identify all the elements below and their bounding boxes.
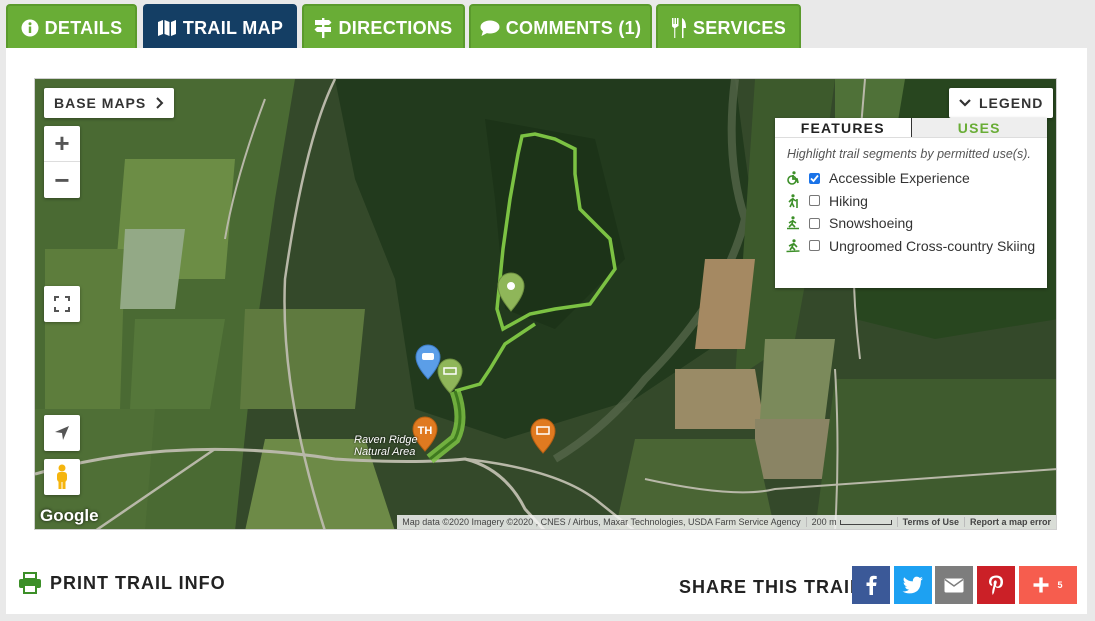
base-maps-label: BASE MAPS (54, 95, 147, 111)
legend-description: Highlight trail segments by permitted us… (787, 147, 1031, 161)
legend-item-label: Snowshoeing (829, 215, 914, 232)
zoom-out-button[interactable]: − (44, 162, 80, 198)
snowshoeing-checkbox[interactable] (809, 217, 820, 229)
zoom-in-button[interactable]: + (44, 126, 80, 162)
facebook-icon (866, 575, 877, 595)
legend-item-accessible[interactable]: Accessible Experience (775, 167, 1047, 190)
share-count: 5 (1057, 580, 1063, 590)
xc-skiing-checkbox[interactable] (809, 240, 820, 252)
map-attribution: Map data ©2020 Imagery ©2020 , CNES / Ai… (397, 515, 1056, 529)
print-label: PRINT TRAIL INFO (50, 572, 226, 593)
printer-icon (19, 572, 41, 594)
twitter-icon (902, 576, 923, 594)
place-label: Raven Ridge Natural Area (354, 434, 418, 458)
attribution-text: Map data ©2020 Imagery ©2020 , CNES / Ai… (402, 517, 801, 527)
scale-bar (839, 519, 892, 525)
share-facebook-button[interactable] (852, 566, 890, 604)
legend-button[interactable]: LEGEND (949, 88, 1054, 118)
tab-label: SERVICES (692, 17, 787, 38)
tab-label: COMMENTS (1) (505, 17, 642, 38)
chevron-right-icon (156, 97, 164, 109)
legend-tab-features[interactable]: FEATURES (775, 118, 912, 137)
legend-item-label: Accessible Experience (829, 170, 970, 187)
fullscreen-icon (54, 296, 70, 312)
legend-item-xc-skiing[interactable]: Ungroomed Cross-country Skiing (775, 235, 1047, 258)
tab-directions[interactable]: DIRECTIONS (302, 4, 465, 50)
legend-button-label: LEGEND (979, 95, 1044, 111)
share-twitter-button[interactable] (894, 566, 932, 604)
skier-icon (785, 238, 801, 253)
map-icon (157, 20, 176, 36)
legend-item-snowshoeing[interactable]: Snowshoeing (775, 212, 1047, 235)
accessible-checkbox[interactable] (809, 172, 820, 184)
tab-comments[interactable]: COMMENTS (1) (469, 4, 652, 50)
wheelchair-icon (785, 171, 801, 186)
share-more-button[interactable]: 5 (1019, 566, 1077, 604)
location-arrow-icon (55, 426, 69, 440)
legend-item-hiking[interactable]: Hiking (775, 190, 1047, 213)
envelope-icon (944, 578, 964, 592)
pinterest-icon (989, 575, 1003, 595)
scale-label: 200 m (811, 517, 837, 527)
my-location-button[interactable] (44, 415, 80, 451)
legend-tab-uses[interactable]: USES (911, 118, 1047, 137)
trail-map[interactable]: TH BASE MAPS + − Raven Ridge Natural Are… (34, 78, 1057, 530)
legend-tabs: FEATURES USES (775, 118, 1047, 138)
hiker-icon (785, 193, 801, 208)
fullscreen-button[interactable] (44, 286, 80, 322)
google-logo: Google (40, 506, 99, 525)
street-view-pegman[interactable] (44, 459, 80, 495)
zoom-control: + − (44, 126, 80, 198)
map-scale: 200 m (805, 517, 897, 527)
base-maps-button[interactable]: BASE MAPS (44, 88, 175, 118)
tab-details[interactable]: DETAILS (6, 4, 137, 50)
signpost-icon (314, 18, 332, 38)
legend-item-label: Hiking (829, 192, 868, 209)
share-label: SHARE THIS TRAIL (679, 577, 863, 597)
tab-label: DETAILS (44, 17, 123, 38)
hiking-checkbox[interactable] (809, 195, 820, 207)
tab-label: TRAIL MAP (182, 17, 284, 38)
pegman-icon (57, 464, 67, 489)
legend-item-label: Ungroomed Cross-country Skiing (829, 237, 1036, 254)
terms-link[interactable]: Terms of Use (896, 517, 964, 527)
utensils-icon (671, 18, 686, 38)
legend-panel: FEATURES USES Highlight trail segments b… (775, 118, 1047, 288)
share-pinterest-button[interactable] (977, 566, 1015, 604)
snowshoe-icon (785, 216, 801, 230)
share-email-button[interactable] (935, 566, 973, 604)
chevron-down-icon (959, 99, 971, 107)
tab-services[interactable]: SERVICES (656, 4, 801, 50)
tab-label: DIRECTIONS (338, 17, 453, 38)
info-icon (21, 19, 39, 37)
print-trail-info-button[interactable]: PRINT TRAIL INFO (18, 572, 226, 594)
comment-icon (480, 20, 500, 36)
plus-icon (1033, 577, 1049, 593)
tab-trail-map[interactable]: TRAIL MAP (143, 4, 297, 50)
report-error-link[interactable]: Report a map error (963, 517, 1056, 527)
